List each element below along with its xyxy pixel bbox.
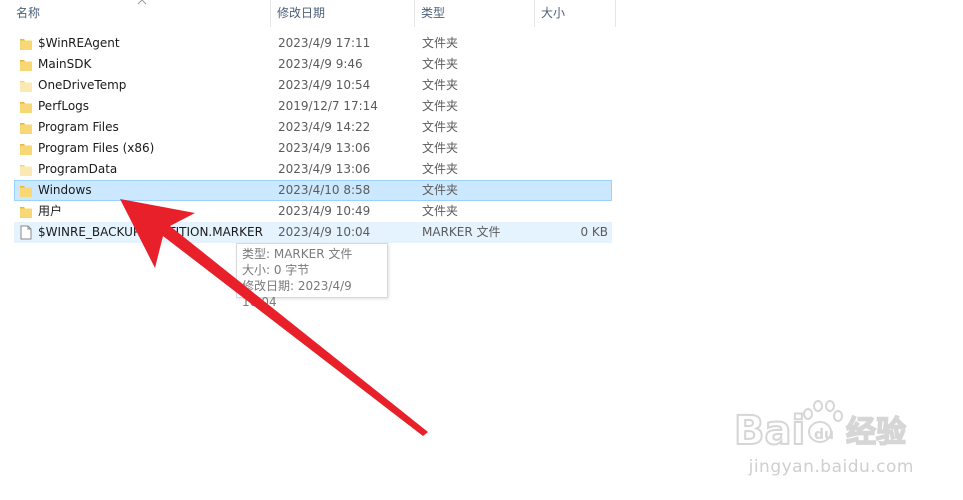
watermark-url: jingyan.baidu.com (748, 457, 914, 477)
folder-icon (20, 186, 32, 197)
folder-icon (20, 144, 32, 155)
file-row[interactable]: OneDriveTemp 2023/4/9 10:54 文件夹 (14, 75, 612, 96)
file-type: 文件夹 (422, 57, 459, 71)
file-date: 2023/4/9 13:06 (278, 141, 371, 155)
file-date: 2019/12/7 17:14 (278, 99, 378, 113)
file-row-hover[interactable]: $WINRE_BACKUP_PARTITION.MARKER 2023/4/9 … (14, 222, 612, 243)
column-date-header[interactable]: 修改日期 (271, 0, 415, 27)
file-date: 2023/4/9 10:04 (278, 225, 371, 239)
file-date: 2023/4/9 14:22 (278, 120, 371, 134)
file-row[interactable]: Program Files 2023/4/9 14:22 文件夹 (14, 117, 612, 138)
file-type: 文件夹 (422, 183, 459, 197)
file-row[interactable]: $WinREAgent 2023/4/9 17:11 文件夹 (14, 33, 612, 54)
folder-icon (20, 123, 32, 134)
file-type: MARKER 文件 (422, 225, 501, 239)
file-name: $WinREAgent (38, 36, 120, 50)
file-date: 2023/4/9 17:11 (278, 36, 371, 50)
folder-icon (20, 81, 32, 92)
column-size-header[interactable]: 大小 (535, 0, 616, 27)
file-icon (20, 225, 32, 240)
file-name: Windows (38, 183, 92, 197)
folder-icon (20, 60, 32, 71)
tooltip-size: 大小: 0 字节 (242, 263, 310, 277)
file-type: 文件夹 (422, 162, 459, 176)
file-type: 文件夹 (422, 120, 459, 134)
column-name-header[interactable]: 名称 (10, 0, 271, 27)
file-type: 文件夹 (422, 99, 459, 113)
file-size: 0 KB (580, 225, 608, 239)
tooltip-type: 类型: MARKER 文件 (242, 247, 353, 261)
column-header: 名称 修改日期 类型 大小 (0, 0, 616, 27)
file-type: 文件夹 (422, 204, 459, 218)
file-name: 用户 (38, 204, 63, 218)
file-name: ProgramData (38, 162, 118, 176)
file-type: 文件夹 (422, 78, 459, 92)
baidu-jingyan-watermark: Bai du 经验 jingyan.baidu.com (733, 392, 934, 482)
svg-text:Bai: Bai (734, 408, 805, 454)
file-name: MainSDK (38, 57, 92, 71)
file-explorer: 名称 修改日期 类型 大小 $WinREAgent 2023/4/9 17:11… (0, 0, 963, 500)
folder-icon (20, 102, 32, 113)
file-date: 2023/4/9 9:46 (278, 57, 363, 71)
file-name: PerfLogs (38, 99, 90, 113)
file-name: $WINRE_BACKUP_PARTITION.MARKER (38, 225, 263, 239)
file-name: OneDriveTemp (38, 78, 127, 92)
file-name: Program Files (x86) (38, 141, 155, 155)
file-row[interactable]: Program Files (x86) 2023/4/9 13:06 文件夹 (14, 138, 612, 159)
file-info-tooltip: 类型: MARKER 文件 大小: 0 字节 修改日期: 2023/4/9 10… (236, 243, 388, 309)
file-name: Program Files (38, 120, 119, 134)
file-date: 2023/4/9 10:49 (278, 204, 371, 218)
file-date: 2023/4/10 8:58 (278, 183, 371, 197)
file-row[interactable]: PerfLogs 2019/12/7 17:14 文件夹 (14, 96, 612, 117)
folder-icon (20, 207, 32, 218)
folder-icon (20, 165, 32, 176)
file-date: 2023/4/9 10:54 (278, 78, 371, 92)
file-row-selected[interactable]: Windows 2023/4/10 8:58 文件夹 (14, 180, 612, 201)
file-date: 2023/4/9 13:06 (278, 162, 371, 176)
file-row[interactable]: MainSDK 2023/4/9 9:46 文件夹 (14, 54, 612, 75)
baidu-paw-logo-icon: Bai du 经验 (733, 400, 907, 455)
svg-text:经验: 经验 (846, 415, 906, 450)
column-type-header[interactable]: 类型 (415, 0, 535, 27)
file-row[interactable]: 用户 2023/4/9 10:49 文件夹 (14, 201, 612, 222)
file-type: 文件夹 (422, 141, 459, 155)
tooltip-date: 修改日期: 2023/4/9 10:04 (242, 279, 352, 309)
file-row[interactable]: ProgramData 2023/4/9 13:06 文件夹 (14, 159, 612, 180)
file-type: 文件夹 (422, 36, 459, 50)
folder-icon (20, 39, 32, 50)
svg-text:du: du (814, 427, 834, 443)
